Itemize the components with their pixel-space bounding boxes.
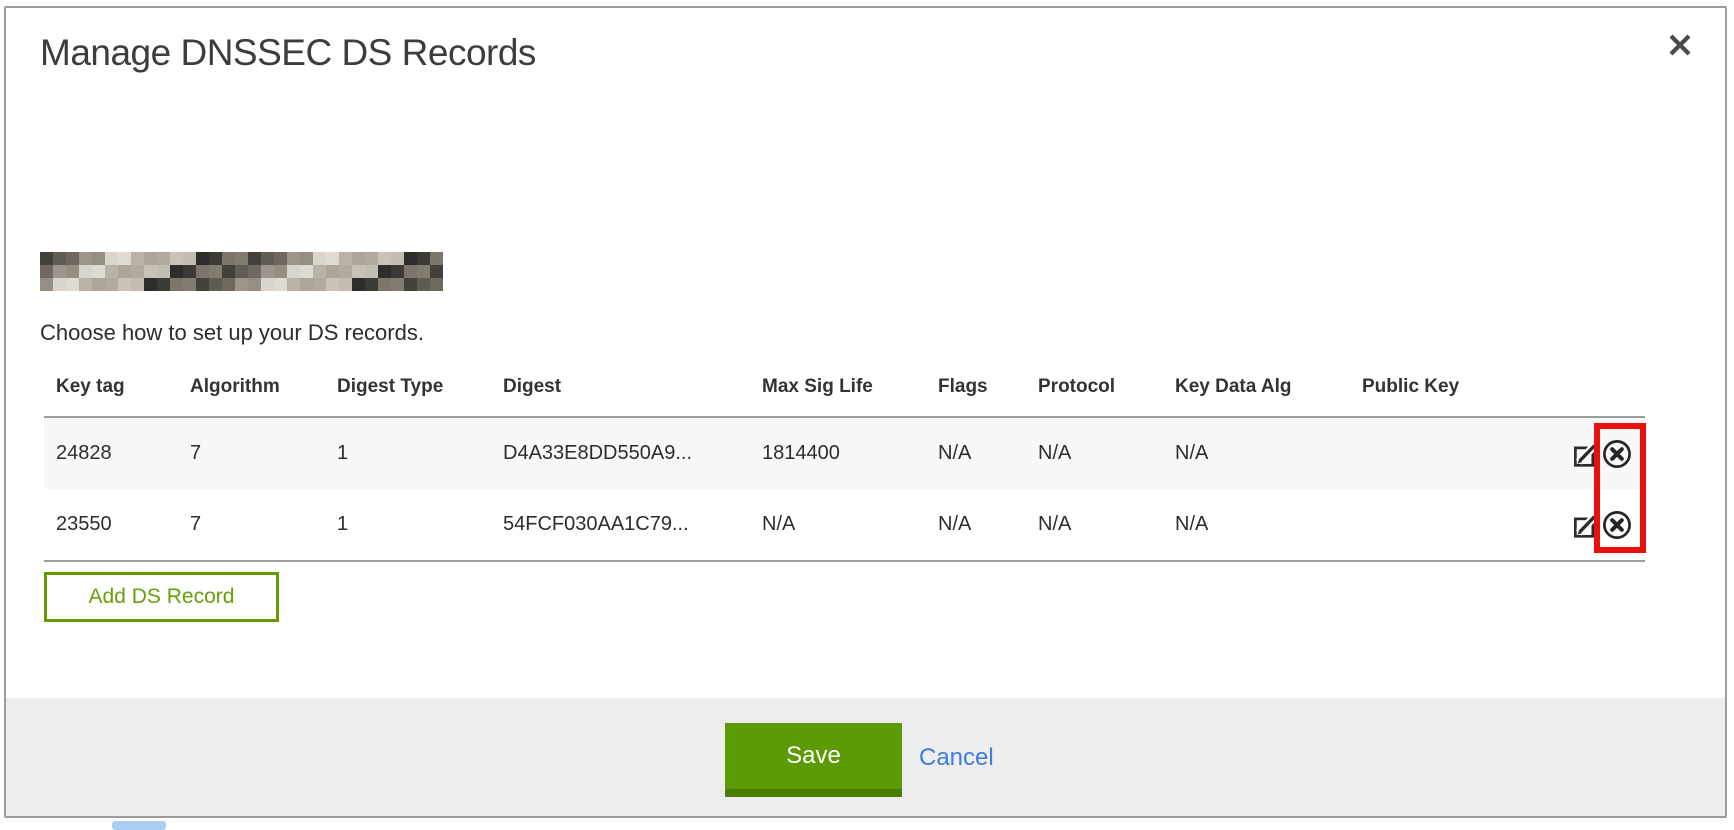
column-header: Digest bbox=[491, 375, 750, 417]
column-header: Key tag bbox=[44, 375, 178, 417]
background-page-fragment bbox=[112, 821, 166, 830]
manage-dnssec-modal: Manage DNSSEC DS Records Choose how to s… bbox=[4, 6, 1727, 818]
delete-icon bbox=[1602, 510, 1632, 540]
table-cell: 1814400 bbox=[750, 417, 926, 489]
column-header: Protocol bbox=[1026, 375, 1163, 417]
table-cell bbox=[1350, 489, 1500, 561]
ds-records-table: Key tagAlgorithmDigest TypeDigestMax Sig… bbox=[44, 375, 1645, 562]
edit-record-button[interactable] bbox=[1572, 511, 1599, 538]
column-header-actions bbox=[1500, 375, 1645, 417]
table-cell: N/A bbox=[1026, 417, 1163, 489]
table-row: 235507154FCF030AA1C79...N/AN/AN/AN/A bbox=[44, 489, 1645, 561]
delete-icon bbox=[1602, 439, 1632, 469]
table-cell: 23550 bbox=[44, 489, 178, 561]
column-header: Key Data Alg bbox=[1163, 375, 1350, 417]
table-cell: N/A bbox=[1163, 489, 1350, 561]
table-cell: 7 bbox=[178, 417, 325, 489]
table-cell: 54FCF030AA1C79... bbox=[491, 489, 750, 561]
column-header: Max Sig Life bbox=[750, 375, 926, 417]
cancel-link[interactable]: Cancel bbox=[919, 744, 994, 772]
row-actions-cell bbox=[1500, 489, 1645, 560]
close-button[interactable] bbox=[1663, 28, 1697, 62]
table-body: 2482871D4A33E8DD550A9...1814400N/AN/AN/A… bbox=[44, 417, 1645, 561]
table-cell: 1 bbox=[325, 489, 491, 561]
domain-name-redacted bbox=[40, 252, 443, 291]
edit-icon bbox=[1572, 440, 1599, 467]
modal-title: Manage DNSSEC DS Records bbox=[40, 32, 536, 74]
column-header: Algorithm bbox=[178, 375, 325, 417]
column-header: Flags bbox=[926, 375, 1026, 417]
column-header: Public Key bbox=[1350, 375, 1500, 417]
table-cell: N/A bbox=[1026, 489, 1163, 561]
edit-icon bbox=[1572, 511, 1599, 538]
row-actions-cell bbox=[1500, 418, 1645, 489]
delete-record-button[interactable] bbox=[1602, 439, 1632, 469]
add-ds-record-button[interactable]: Add DS Record bbox=[44, 572, 279, 622]
table-cell: 24828 bbox=[44, 417, 178, 489]
table-cell bbox=[1350, 417, 1500, 489]
table-row: 2482871D4A33E8DD550A9...1814400N/AN/AN/A bbox=[44, 417, 1645, 489]
table-cell: N/A bbox=[926, 489, 1026, 561]
table-cell: 7 bbox=[178, 489, 325, 561]
close-icon bbox=[1666, 31, 1694, 59]
table-cell: N/A bbox=[926, 417, 1026, 489]
table-cell: D4A33E8DD550A9... bbox=[491, 417, 750, 489]
delete-record-button[interactable] bbox=[1602, 510, 1632, 540]
table-cell: 1 bbox=[325, 417, 491, 489]
column-header: Digest Type bbox=[325, 375, 491, 417]
edit-record-button[interactable] bbox=[1572, 440, 1599, 467]
table-cell: N/A bbox=[750, 489, 926, 561]
modal-footer: Save Cancel bbox=[6, 698, 1725, 816]
save-button[interactable]: Save bbox=[725, 723, 902, 797]
instruction-text: Choose how to set up your DS records. bbox=[40, 320, 424, 346]
table-header-row: Key tagAlgorithmDigest TypeDigestMax Sig… bbox=[44, 375, 1645, 417]
table-cell: N/A bbox=[1163, 417, 1350, 489]
